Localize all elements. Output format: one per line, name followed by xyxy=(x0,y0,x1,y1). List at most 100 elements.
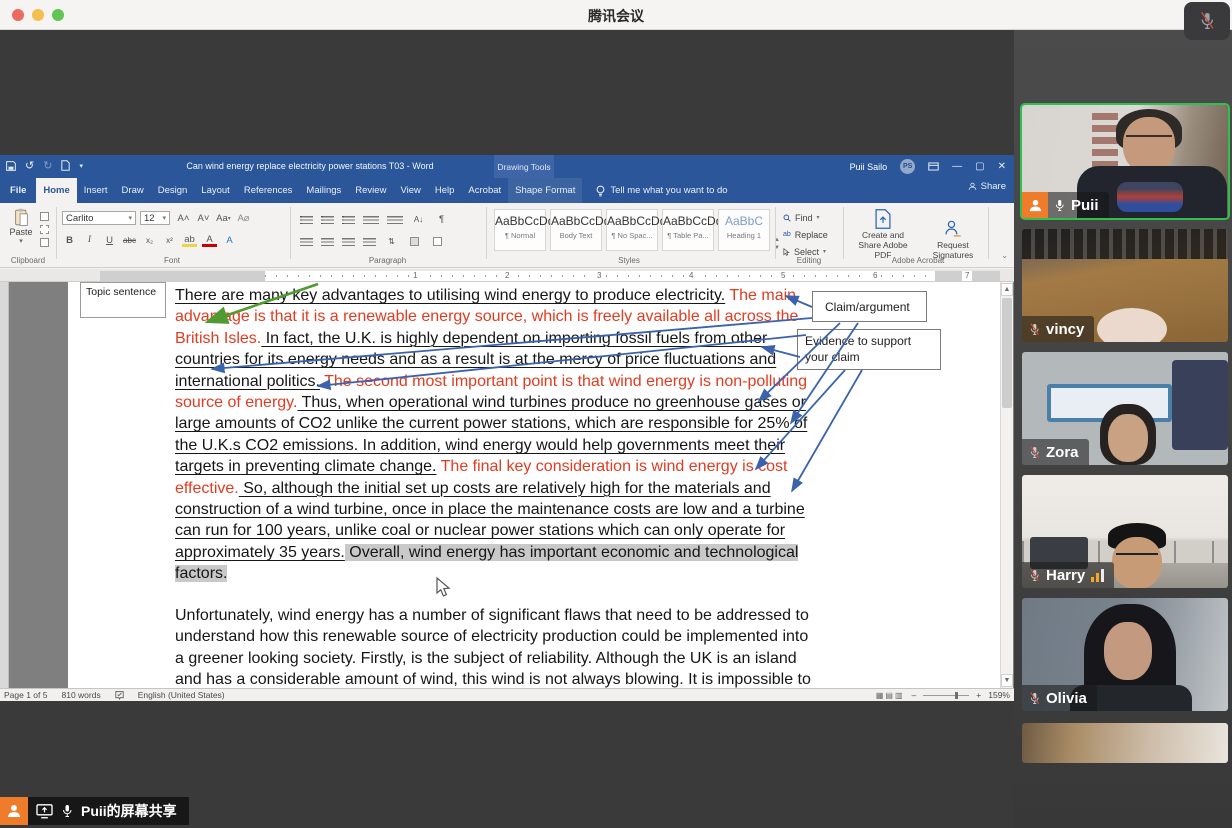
sort-icon[interactable]: A↓ xyxy=(411,212,426,226)
font-name-select[interactable]: Carlito▾ xyxy=(62,211,136,225)
clipboard-small-buttons[interactable] xyxy=(40,210,49,249)
zoom-level[interactable]: 159% xyxy=(988,690,1010,700)
document-text[interactable]: There are many key advantages to utilisi… xyxy=(175,285,819,688)
justify-icon[interactable] xyxy=(363,238,376,248)
account-avatar[interactable]: PS xyxy=(900,159,915,174)
video-feed xyxy=(1022,723,1228,763)
new-document-icon[interactable] xyxy=(61,160,70,171)
align-right-icon[interactable] xyxy=(342,238,355,248)
zoom-slider[interactable] xyxy=(923,695,969,696)
bold-button[interactable]: B xyxy=(62,233,77,247)
multilevel-list-icon[interactable] xyxy=(342,216,355,226)
tab-file[interactable]: File xyxy=(0,178,36,203)
request-signatures-button[interactable]: Request Signatures xyxy=(922,219,984,261)
page-indicator[interactable]: Page 1 of 5 xyxy=(4,690,47,700)
text-highlight-button[interactable]: ab xyxy=(182,234,197,247)
format-painter-icon[interactable] xyxy=(40,238,49,247)
change-case-button[interactable]: Aa▾ xyxy=(216,211,231,225)
find-button[interactable]: Find▾ xyxy=(783,210,828,225)
subscript-button[interactable]: x₂ xyxy=(142,233,157,247)
restore-button[interactable]: ▢ xyxy=(975,161,984,172)
tab-design[interactable]: Design xyxy=(151,178,195,203)
tab-mailings[interactable]: Mailings xyxy=(299,178,348,203)
italic-button[interactable]: I xyxy=(82,233,97,247)
participant-tile-olivia[interactable]: Olivia xyxy=(1022,598,1228,711)
strikethrough-button[interactable]: abc xyxy=(122,233,137,247)
font-color-button[interactable]: A xyxy=(202,234,217,247)
language-indicator[interactable]: English (United States) xyxy=(138,690,225,700)
tab-layout[interactable]: Layout xyxy=(194,178,237,203)
tab-home[interactable]: Home xyxy=(36,178,76,203)
scroll-down-button[interactable]: ▼ xyxy=(1001,674,1013,687)
mute-toggle-button[interactable] xyxy=(1184,2,1230,40)
text-effects-button[interactable]: A xyxy=(222,233,237,247)
zoom-out-button[interactable]: – xyxy=(912,690,917,700)
close-button[interactable]: ✕ xyxy=(998,161,1006,172)
share-button[interactable]: Share xyxy=(968,181,1006,192)
style-normal[interactable]: AaBbCcDd¶ Normal xyxy=(494,209,546,251)
create-pdf-button[interactable]: Create and Share Adobe PDF xyxy=(852,209,914,260)
vertical-scrollbar[interactable]: ▲ ▼ xyxy=(1000,282,1013,688)
tab-review[interactable]: Review xyxy=(348,178,393,203)
numbering-icon[interactable] xyxy=(321,216,334,226)
account-name[interactable]: Puii Sailo xyxy=(850,162,888,172)
increase-indent-icon[interactable] xyxy=(387,216,403,226)
zoom-in-button[interactable]: + xyxy=(976,690,981,700)
topic-sentence-callout[interactable]: Topic sentence xyxy=(80,282,166,318)
underline-button[interactable]: U xyxy=(102,233,117,247)
style-table-paragraph[interactable]: AaBbCcDd¶ Table Pa... xyxy=(662,209,714,251)
tab-references[interactable]: References xyxy=(237,178,300,203)
save-icon[interactable] xyxy=(6,161,16,171)
shading-icon[interactable] xyxy=(407,234,422,248)
mic-muted-icon xyxy=(1029,568,1040,583)
horizontal-ruler[interactable]: 1 2 3 4 5 6 7 xyxy=(100,271,1000,281)
replace-button[interactable]: abReplace xyxy=(783,227,828,242)
qat-dropdown-icon[interactable]: ▾ xyxy=(79,162,83,170)
participant-tile-puii[interactable]: Puii xyxy=(1022,105,1228,218)
style-body-text[interactable]: AaBbCcDdBody Text xyxy=(550,209,602,251)
word-count[interactable]: 810 words xyxy=(61,690,100,700)
tab-shape-format[interactable]: Shape Format xyxy=(508,178,582,203)
redo-button[interactable]: ↻ xyxy=(43,159,52,172)
tab-view[interactable]: View xyxy=(393,178,427,203)
collapse-ribbon-icon[interactable]: ⌄ xyxy=(1001,251,1008,260)
style-heading-1[interactable]: AaBbCHeading 1 xyxy=(718,209,770,251)
claim-argument-callout[interactable]: Claim/argument xyxy=(812,291,927,322)
proofing-icon[interactable] xyxy=(115,690,124,700)
scroll-up-button[interactable]: ▲ xyxy=(1001,283,1013,296)
tab-help[interactable]: Help xyxy=(428,178,462,203)
font-size-select[interactable]: 12▾ xyxy=(140,211,170,225)
show-marks-button[interactable]: ¶ xyxy=(434,212,449,226)
document-canvas[interactable]: Topic sentence There are many key advant… xyxy=(0,282,1014,688)
tab-draw[interactable]: Draw xyxy=(115,178,151,203)
participant-tile-harry[interactable]: Harry xyxy=(1022,475,1228,588)
shrink-font-button[interactable]: A˅ xyxy=(196,211,211,225)
document-page[interactable]: Topic sentence There are many key advant… xyxy=(68,282,1000,688)
tab-acrobat[interactable]: Acrobat xyxy=(461,178,508,203)
cut-icon[interactable] xyxy=(40,212,49,221)
borders-icon[interactable] xyxy=(430,234,445,248)
align-left-icon[interactable] xyxy=(300,238,313,248)
clear-formatting-button[interactable]: A⌀ xyxy=(236,211,251,225)
participant-tile-vincy[interactable]: vincy xyxy=(1022,229,1228,342)
tab-insert[interactable]: Insert xyxy=(77,178,115,203)
ribbon-display-options-icon[interactable] xyxy=(928,162,939,171)
superscript-button[interactable]: x² xyxy=(162,233,177,247)
grow-font-button[interactable]: A˄ xyxy=(176,211,191,225)
style-no-spacing[interactable]: AaBbCcDd¶ No Spac... xyxy=(606,209,658,251)
bullets-icon[interactable] xyxy=(300,216,313,226)
tell-me-box[interactable]: Tell me what you want to do xyxy=(596,178,727,203)
copy-icon[interactable] xyxy=(40,225,49,234)
participant-tile-zora[interactable]: Zora xyxy=(1022,352,1228,465)
line-spacing-icon[interactable]: ⇅ xyxy=(384,234,399,248)
decrease-indent-icon[interactable] xyxy=(363,216,379,226)
minimize-button[interactable]: — xyxy=(952,161,962,172)
evidence-callout[interactable]: Evidence to support your claim xyxy=(797,329,941,370)
undo-button[interactable]: ↺ xyxy=(25,159,34,172)
paste-button[interactable]: Paste ▾ xyxy=(6,208,36,245)
scroll-thumb[interactable] xyxy=(1002,298,1012,408)
align-center-icon[interactable] xyxy=(321,238,334,248)
zoom-slider-thumb[interactable] xyxy=(955,692,958,699)
view-mode-icons[interactable]: ▦▤▥ xyxy=(876,691,905,700)
participant-tile-partial[interactable] xyxy=(1022,723,1228,763)
